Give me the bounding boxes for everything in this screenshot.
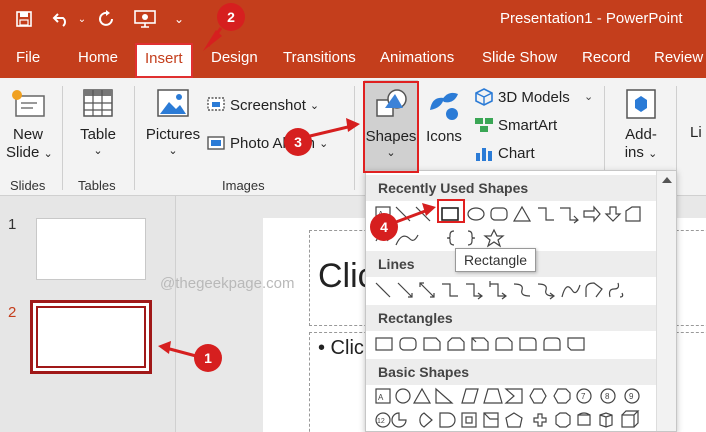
rectangle-tooltip: Rectangle <box>455 248 537 272</box>
undo-dropdown-icon[interactable]: ⌄ <box>76 6 88 32</box>
window-title: Presentation1 - PowerPoint <box>500 10 683 27</box>
add-ins-label: Add- <box>625 126 657 143</box>
ribbon-tabs: File Home Insert Design Transitions Anim… <box>0 38 706 78</box>
tab-home[interactable]: Home <box>78 38 118 78</box>
new-slide-button[interactable]: New Slide ⌄ <box>6 86 53 163</box>
slide-thumbnail-2[interactable] <box>30 300 152 374</box>
svg-text:9: 9 <box>629 392 634 401</box>
photo-album-icon <box>207 136 225 150</box>
screenshot-button[interactable]: Screenshot ⌄ <box>206 96 319 114</box>
slide-thumbnail-pane: 1 2 <box>0 196 176 432</box>
slide-number-2: 2 <box>8 304 17 321</box>
svg-text:A: A <box>378 393 384 402</box>
title-bar: ⌄ ⌄ Presentation1 - PowerPoint <box>0 0 706 38</box>
tab-animations[interactable]: Animations <box>380 38 454 78</box>
scroll-up-icon[interactable] <box>662 177 672 183</box>
ribbon-separator <box>134 86 135 190</box>
3d-models-button[interactable]: 3D Models <box>474 88 570 106</box>
svg-text:8: 8 <box>605 392 610 401</box>
undo-icon[interactable] <box>50 6 72 32</box>
chart-icon <box>476 148 492 161</box>
new-slide-icon <box>12 90 45 117</box>
screenshot-label: Screenshot <box>230 96 306 114</box>
slide-thumbnail-1[interactable] <box>36 218 146 280</box>
tab-record[interactable]: Record <box>582 38 630 78</box>
section-basic-shapes: Basic Shapes <box>366 359 656 385</box>
redo-icon[interactable] <box>96 6 118 32</box>
save-icon[interactable] <box>12 6 36 32</box>
line-shapes-row[interactable] <box>374 279 659 301</box>
content-placeholder-text: • Clic <box>318 337 364 359</box>
group-label-slides: Slides <box>10 178 46 193</box>
rectangle-highlight <box>437 199 465 223</box>
tab-transitions[interactable]: Transitions <box>283 38 356 78</box>
pictures-label: Pictures <box>145 126 201 143</box>
ribbon-separator <box>62 86 63 190</box>
callout-badge-3: 3 <box>284 128 312 156</box>
customize-toolbar-icon[interactable]: ⌄ <box>172 6 186 32</box>
ribbon-separator <box>354 86 355 190</box>
svg-text:7: 7 <box>581 392 586 401</box>
links-button[interactable]: Li <box>690 124 702 141</box>
section-recently-used-shapes: Recently Used Shapes <box>366 175 656 201</box>
icons-button[interactable]: Icons <box>424 86 464 146</box>
tab-insert[interactable]: Insert <box>135 43 193 78</box>
callout-badge-4: 4 <box>370 213 398 241</box>
present-icon[interactable] <box>132 6 158 32</box>
slide-number-1: 1 <box>8 216 17 233</box>
pictures-icon <box>157 89 189 117</box>
icons-icon <box>430 92 458 120</box>
3d-models-dropdown-icon[interactable]: ⌄ <box>584 90 593 103</box>
chart-button[interactable]: Chart <box>474 144 535 162</box>
add-ins-icon <box>626 89 656 119</box>
add-ins-label-2: ins ⌄ <box>624 144 658 161</box>
table-button[interactable]: Table ⌄ <box>74 86 122 158</box>
table-label: Table <box>80 126 116 143</box>
table-dropdown-icon: ⌄ <box>93 145 103 157</box>
smartart-label: SmartArt <box>498 116 558 134</box>
watermark: @thegeekpage.com <box>160 275 295 292</box>
callout-badge-2: 2 <box>217 3 245 31</box>
add-ins-button[interactable]: Add- ins ⌄ <box>614 86 668 163</box>
smartart-icon <box>475 118 493 132</box>
shapes-highlight <box>363 81 419 173</box>
smartart-button[interactable]: SmartArt <box>474 116 557 134</box>
rectangle-shapes-row[interactable] <box>374 333 659 355</box>
tab-file[interactable]: File <box>16 38 40 78</box>
recent-shapes-row[interactable]: A <box>374 203 659 225</box>
tab-slide-show[interactable]: Slide Show <box>482 38 557 78</box>
group-label-tables: Tables <box>78 178 116 193</box>
group-label-images: Images <box>222 178 265 193</box>
3d-models-label: 3D Models <box>498 88 570 106</box>
pictures-button[interactable]: Pictures ⌄ <box>144 86 202 158</box>
chart-label: Chart <box>498 144 535 162</box>
basic-shapes-row[interactable]: A 7 8 9 <box>374 385 659 407</box>
cube-icon <box>475 88 493 106</box>
tab-review[interactable]: Review <box>654 38 703 78</box>
basic-shapes-row-2[interactable]: 12 <box>374 409 659 431</box>
section-rectangles: Rectangles <box>366 305 656 331</box>
svg-text:12: 12 <box>377 418 385 425</box>
new-slide-label: New <box>12 126 43 143</box>
gallery-scrollbar[interactable] <box>656 171 676 431</box>
screenshot-icon <box>207 97 225 111</box>
tab-design[interactable]: Design <box>211 38 258 78</box>
callout-badge-1: 1 <box>194 344 222 372</box>
table-icon <box>83 89 113 117</box>
new-slide-label-2: Slide ⌄ <box>6 144 53 161</box>
shapes-gallery: Recently Used Shapes A Lines <box>365 170 677 432</box>
recent-shapes-row-2[interactable] <box>374 227 659 249</box>
pictures-dropdown-icon: ⌄ <box>168 145 178 157</box>
icons-label: Icons <box>426 128 462 145</box>
